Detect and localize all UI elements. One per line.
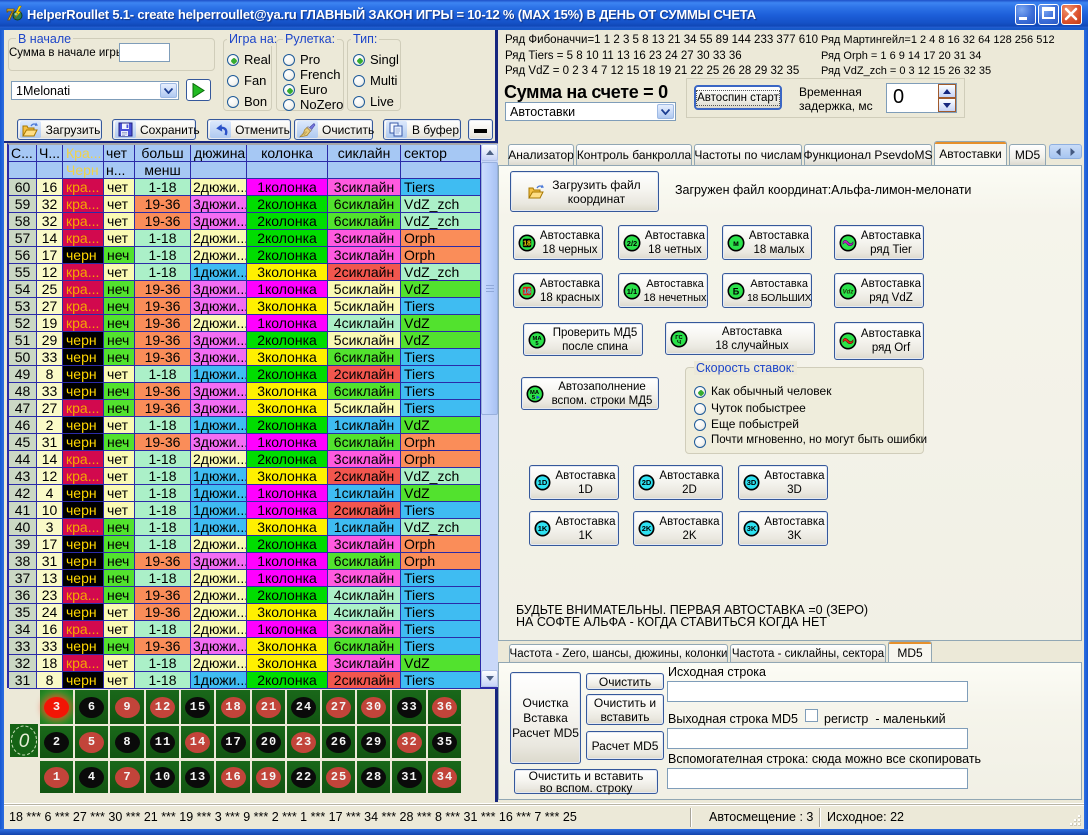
svg-text:2K: 2K: [642, 524, 652, 533]
svg-text:18: 18: [523, 288, 531, 295]
svg-text:3K: 3K: [747, 524, 757, 533]
svg-text:2D: 2D: [642, 478, 652, 487]
svg-text:18: 18: [523, 240, 531, 247]
svg-text:1D: 1D: [538, 478, 548, 487]
svg-text:1/1: 1/1: [627, 286, 637, 295]
svg-text:Ч: Ч: [677, 340, 681, 346]
svg-text:Vdz: Vdz: [843, 289, 854, 295]
svg-text:Б: Б: [733, 286, 740, 296]
svg-text:2/2: 2/2: [627, 238, 637, 247]
svg-text:1K: 1K: [538, 524, 548, 533]
svg-text:3D: 3D: [747, 478, 757, 487]
svg-text:м: м: [733, 239, 739, 248]
svg-text:0: 0: [19, 731, 30, 752]
